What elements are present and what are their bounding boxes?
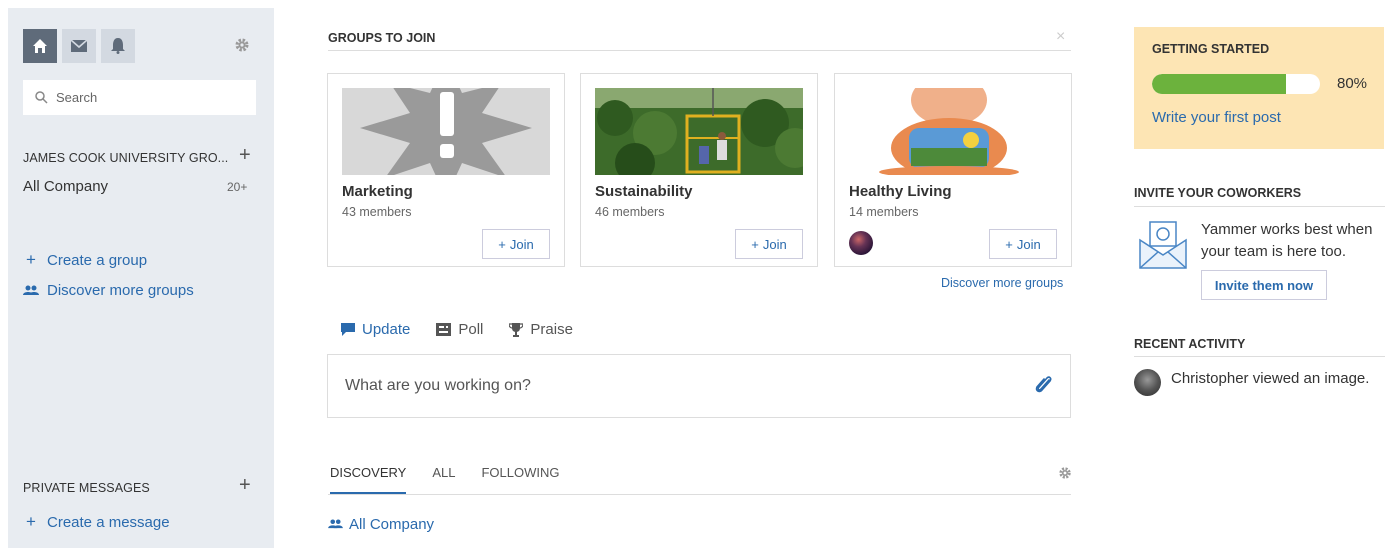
recent-activity-title: RECENT ACTIVITY	[1134, 337, 1246, 351]
private-messages-title: PRIVATE MESSAGES	[23, 481, 150, 495]
invite-text: Yammer works best when your team is here…	[1201, 221, 1373, 260]
home-icon	[33, 39, 47, 53]
group-name: Healthy Living	[849, 183, 952, 200]
group-members: 46 members	[595, 205, 665, 219]
search-placeholder: Search	[56, 90, 98, 105]
groups-to-join-title: GROUPS TO JOIN	[328, 31, 436, 45]
invite-coworkers-title: INVITE YOUR COWORKERS	[1134, 186, 1302, 200]
tab-following[interactable]: FOLLOWING	[481, 465, 559, 495]
divider	[1134, 206, 1385, 207]
getting-started-title: GETTING STARTED	[1152, 42, 1270, 56]
bell-icon	[111, 38, 125, 54]
group-card-healthy-living: Healthy Living 14 members + Join	[834, 73, 1072, 267]
post-composer-input[interactable]: What are you working on?	[327, 354, 1071, 418]
inbox-button[interactable]	[62, 29, 96, 63]
join-button[interactable]: + Join	[482, 229, 550, 259]
group-image	[342, 88, 550, 175]
activity-text: Christopher viewed an image.	[1171, 370, 1370, 387]
member-avatar[interactable]	[849, 231, 873, 255]
discover-groups-link[interactable]: Discover more groups	[23, 282, 194, 299]
notifications-button[interactable]	[101, 29, 135, 63]
feed-group-link[interactable]: All Company	[328, 516, 434, 533]
join-label: Join	[509, 236, 534, 252]
sidebar-item-all-company[interactable]: All Company	[23, 178, 108, 195]
join-button[interactable]: + Join	[989, 229, 1057, 259]
tab-all[interactable]: ALL	[432, 465, 455, 495]
create-message-link[interactable]: + Create a message	[23, 512, 170, 532]
plus-icon: +	[751, 236, 759, 252]
sidebar: Search JAMES COOK UNIVERSITY GRO... + Al…	[8, 8, 274, 548]
write-first-post-link[interactable]: Write your first post	[1152, 109, 1281, 126]
home-button[interactable]	[23, 29, 57, 63]
progress-fill	[1152, 74, 1287, 94]
group-image	[595, 88, 803, 175]
plus-icon: +	[1005, 236, 1013, 252]
speech-bubble-icon	[341, 323, 355, 336]
group-image	[849, 88, 1057, 175]
close-icon[interactable]: ×	[1056, 28, 1065, 46]
search-icon	[35, 91, 48, 104]
getting-started-panel: GETTING STARTED 80% Write your first pos…	[1134, 27, 1384, 149]
plus-icon: +	[26, 512, 36, 531]
join-label: Join	[762, 236, 787, 252]
create-group-link[interactable]: + Create a group	[23, 250, 147, 270]
tab-discovery[interactable]: DISCOVERY	[330, 465, 407, 495]
people-icon	[23, 285, 39, 295]
plus-icon: +	[498, 236, 506, 252]
divider	[328, 494, 1071, 495]
settings-gear-icon[interactable]	[234, 37, 250, 53]
create-group-label: Create a group	[47, 251, 148, 269]
group-name: Sustainability	[595, 183, 693, 200]
plus-icon: +	[26, 250, 36, 269]
progress-percent: 80%	[1337, 75, 1368, 92]
group-members: 14 members	[849, 205, 919, 219]
group-card-sustainability: Sustainability 46 members + Join	[580, 73, 818, 267]
trophy-icon	[509, 322, 524, 337]
search-input[interactable]: Search	[23, 80, 256, 115]
feed-tabs: DISCOVERY ALL FOLLOWING	[330, 465, 586, 495]
activity-avatar[interactable]	[1134, 369, 1161, 396]
discover-more-groups-link[interactable]: Discover more groups	[941, 276, 1063, 290]
publisher-tabs: Update Poll Praise	[341, 321, 573, 338]
tab-praise-label: Praise	[530, 321, 573, 338]
mail-icon	[71, 40, 87, 52]
poll-icon	[436, 323, 452, 336]
group-members: 43 members	[342, 205, 412, 219]
divider	[1134, 356, 1385, 357]
tab-poll[interactable]: Poll	[436, 321, 483, 338]
add-group-plus-icon[interactable]: +	[239, 145, 251, 165]
join-button[interactable]: + Join	[735, 229, 803, 259]
divider	[328, 50, 1071, 51]
tab-update-label: Update	[362, 321, 411, 338]
composer-placeholder: What are you working on?	[345, 377, 531, 394]
discover-groups-label: Discover more groups	[47, 282, 194, 299]
nav-icons	[23, 29, 135, 63]
feed-group-label: All Company	[349, 516, 435, 533]
envelope-invite-icon	[1139, 221, 1187, 269]
people-icon	[328, 519, 343, 529]
paperclip-icon[interactable]	[1034, 374, 1054, 396]
feed-settings-gear-icon[interactable]	[1058, 466, 1072, 480]
invite-them-now-button[interactable]: Invite them now	[1201, 270, 1327, 300]
tab-praise[interactable]: Praise	[509, 321, 573, 338]
tab-poll-label: Poll	[458, 321, 484, 338]
all-company-count: 20+	[227, 180, 248, 194]
network-title: JAMES COOK UNIVERSITY GRO...	[23, 151, 229, 165]
group-name: Marketing	[342, 183, 413, 200]
progress-bar	[1152, 74, 1320, 94]
create-message-label: Create a message	[47, 513, 170, 531]
group-card-marketing: Marketing 43 members + Join	[327, 73, 565, 267]
add-message-plus-icon[interactable]: +	[239, 475, 251, 495]
join-label: Join	[1016, 236, 1041, 252]
tab-update[interactable]: Update	[341, 321, 410, 338]
